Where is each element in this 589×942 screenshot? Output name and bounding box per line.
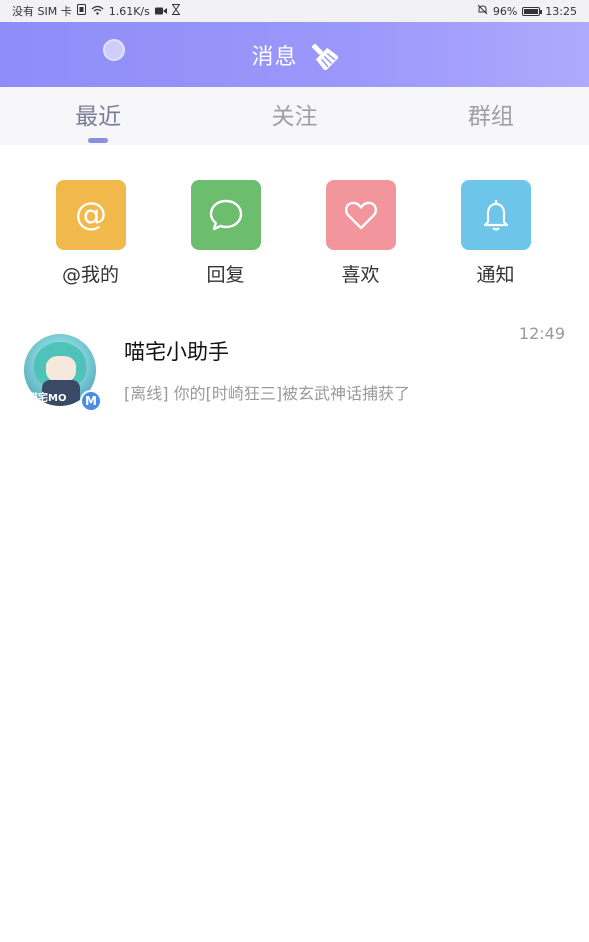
wifi-icon [91, 5, 104, 18]
tab-label: 最近 [75, 104, 122, 130]
battery-icon [522, 6, 543, 16]
tab-label: 关注 [271, 104, 318, 130]
likes-label: 喜欢 [341, 264, 380, 286]
notifications-label: 通知 [476, 264, 515, 286]
carrier-text: 没有 SIM 卡 [12, 5, 72, 18]
status-right: 96% 13:25 [477, 4, 577, 18]
message-preview: [离线] 你的[时崎狂三]被玄武神话捕获了 [124, 384, 411, 403]
notifications-button[interactable]: 通知 [428, 180, 563, 287]
mute-bell-icon [477, 4, 488, 18]
svg-text:@: @ [75, 195, 107, 233]
tab-active-indicator [88, 138, 109, 143]
quick-actions: @ @我的 回复 喜欢 通知 [0, 180, 589, 287]
at-icon: @ [55, 180, 126, 250]
tab-recent[interactable]: 最近 [0, 87, 196, 145]
avatar-text: 喵宅MO [28, 393, 67, 404]
tab-groups[interactable]: 群组 [393, 87, 589, 145]
tab-bar: 最近 关注 群组 [0, 87, 589, 145]
replies-button[interactable]: 回复 [158, 180, 293, 287]
header-bar: 消息 [0, 22, 589, 87]
sender-name: 喵宅小助手 [124, 340, 229, 364]
bell-icon [460, 180, 531, 250]
tab-following[interactable]: 关注 [196, 87, 392, 145]
chat-bubble-icon [190, 180, 261, 250]
likes-button[interactable]: 喜欢 [293, 180, 428, 287]
official-badge-icon: M [80, 390, 102, 412]
touch-indicator [103, 39, 125, 61]
clock: 13:25 [545, 4, 577, 18]
mentions-label: @我的 [61, 264, 119, 286]
message-item[interactable]: 喵宅MO M 喵宅小助手 [离线] 你的[时崎狂三]被玄武神话捕获了 12:49 [0, 318, 589, 418]
tab-label: 群组 [467, 104, 514, 130]
replies-label: 回复 [206, 264, 245, 286]
status-bar: 没有 SIM 卡 1.61K/s 96% 13:25 [0, 0, 589, 22]
battery-percent: 96% [492, 4, 518, 18]
message-time: 12:49 [518, 324, 565, 343]
video-icon [154, 5, 167, 18]
page-title: 消息 [251, 44, 298, 70]
status-left: 没有 SIM 卡 1.61K/s [12, 3, 181, 19]
sim-icon [76, 4, 86, 18]
mentions-button[interactable]: @ @我的 [23, 180, 158, 287]
network-speed: 1.61K/s [108, 4, 150, 18]
hourglass-icon [171, 4, 181, 18]
heart-icon [325, 180, 396, 250]
clear-all-icon[interactable] [308, 40, 338, 70]
avatar-face [46, 356, 76, 382]
